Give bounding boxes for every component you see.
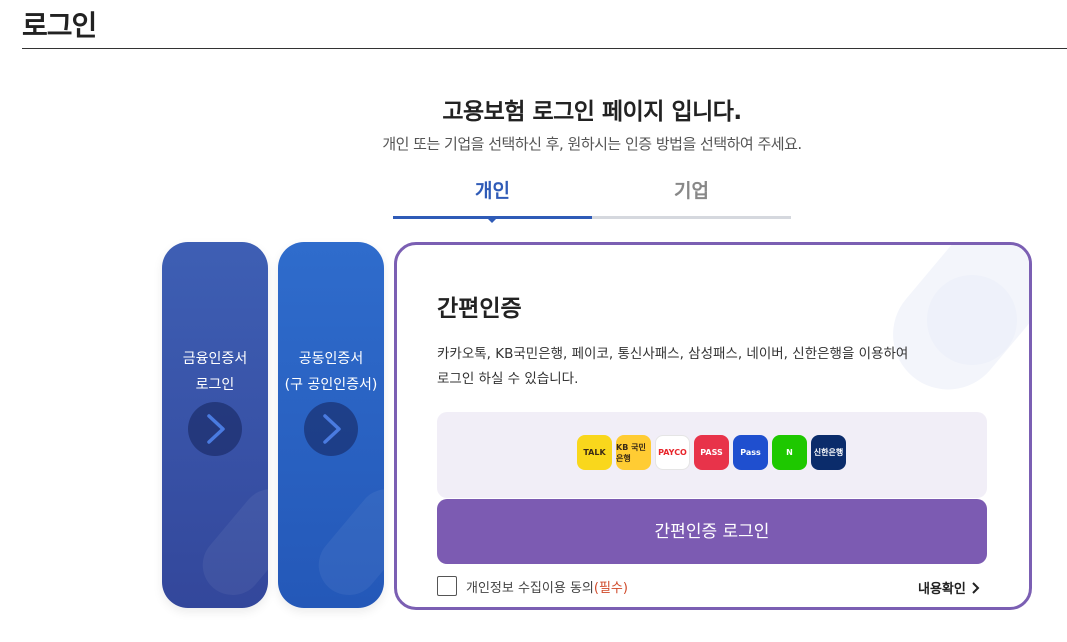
chevron-right-icon[interactable] xyxy=(304,402,358,456)
chevron-right-icon[interactable] xyxy=(188,402,242,456)
card-decoration xyxy=(190,476,268,608)
shinhan-bank-icon: 신한은행 xyxy=(811,435,846,470)
title-divider xyxy=(22,48,1067,49)
privacy-consent-checkbox[interactable] xyxy=(437,576,457,596)
card-decoration xyxy=(306,476,384,608)
chevron-right-icon xyxy=(972,581,980,594)
privacy-consent-row: 개인정보 수집이용 동의 (필수) xyxy=(437,576,628,596)
required-badge: (필수) xyxy=(593,580,628,596)
tab-company[interactable]: 기업 xyxy=(592,176,791,219)
joint-certificate-subtitle: (구 공인인증서) xyxy=(284,377,378,393)
financial-certificate-title: 금융인증서 xyxy=(182,351,248,367)
samsung-pass-icon: Pass xyxy=(733,435,768,470)
login-subline: 개인 또는 기업을 선택하신 후, 원하시는 인증 방법을 선택하여 주세요. xyxy=(382,135,802,153)
simple-auth-description-line: 로그인 하실 수 있습니다. xyxy=(437,371,579,387)
financial-certificate-login-card[interactable]: 금융인증서 로그인 xyxy=(162,242,268,608)
payco-icon: PAYCO xyxy=(655,435,690,470)
view-details-link[interactable]: 내용확인 xyxy=(918,578,980,597)
login-headline: 고용보험 로그인 페이지 입니다. xyxy=(442,99,742,125)
joint-certificate-login-card[interactable]: 공동인증서 (구 공인인증서) xyxy=(278,242,384,608)
joint-certificate-label: 공동인증서 (구 공인인증서) xyxy=(278,346,384,398)
financial-certificate-subtitle: 로그인 xyxy=(195,377,235,393)
pass-icon: PASS xyxy=(694,435,729,470)
naver-icon: N xyxy=(772,435,807,470)
provider-icons-box: TALK KB 국민은행 PAYCO PASS Pass N 신한은행 xyxy=(437,412,987,498)
kb-bank-icon: KB 국민은행 xyxy=(616,435,651,470)
tab-personal[interactable]: 개인 xyxy=(393,176,592,219)
joint-certificate-title: 공동인증서 xyxy=(298,351,364,367)
page-title: 로그인 xyxy=(22,9,97,42)
provider-icon-row: TALK KB 국민은행 PAYCO PASS Pass N 신한은행 xyxy=(577,435,846,470)
active-tab-caret xyxy=(485,216,499,223)
financial-certificate-label: 금융인증서 로그인 xyxy=(162,346,268,398)
simple-auth-description-line: 카카오톡, KB국민은행, 페이코, 통신사패스, 삼성패스, 네이버, 신한은… xyxy=(437,346,909,362)
simple-auth-login-button[interactable]: 간편인증 로그인 xyxy=(437,499,987,564)
simple-auth-card: 간편인증 카카오톡, KB국민은행, 페이코, 통신사패스, 삼성패스, 네이버… xyxy=(394,242,1032,610)
simple-auth-title: 간편인증 xyxy=(437,296,522,322)
privacy-consent-label: 개인정보 수집이용 동의 xyxy=(466,580,594,596)
view-details-label: 내용확인 xyxy=(918,582,966,597)
simple-auth-description: 카카오톡, KB국민은행, 페이코, 통신사패스, 삼성패스, 네이버, 신한은… xyxy=(437,342,997,392)
kakaotalk-icon: TALK xyxy=(577,435,612,470)
